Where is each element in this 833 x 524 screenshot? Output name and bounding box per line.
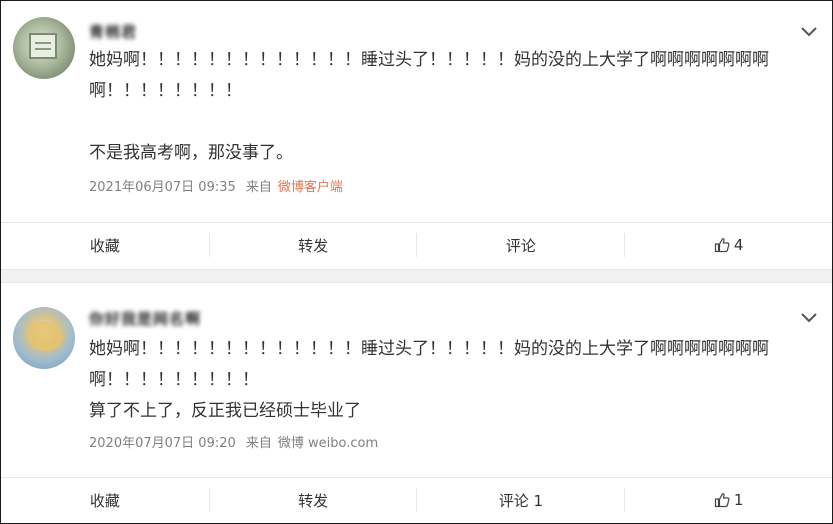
user-name[interactable]: 你好我是网名啊 [89,308,201,328]
like-button[interactable]: 4 [624,233,832,257]
repost-button[interactable]: 转发 [208,488,417,512]
favorite-button[interactable]: 收藏 [1,488,209,512]
from-label: 来自 [245,436,272,451]
avatar[interactable] [13,17,75,79]
post-card: 青梢君 她妈啊！！！！！！！！！！！！！睡过头了！！！！！妈的没的上大学了啊啊啊… [1,1,832,269]
separator [1,269,832,283]
repost-label: 转发 [298,236,329,255]
repost-button[interactable]: 转发 [208,233,417,257]
comment-label: 评论 [505,236,536,255]
post-source[interactable]: 微博 weibo.com [278,436,378,451]
post-text: 她妈啊！！！！！！！！！！！！！睡过头了！！！！！妈的没的上大学了啊啊啊啊啊啊啊… [89,339,769,421]
weibo-comment-feed: 青梢君 她妈啊！！！！！！！！！！！！！睡过头了！！！！！妈的没的上大学了啊啊啊… [0,0,833,524]
post-text: 她妈啊！！！！！！！！！！！！！睡过头了！！！！！妈的没的上大学了啊啊啊啊啊啊啊… [89,50,769,163]
favorite-label: 收藏 [89,236,120,255]
chevron-down-icon[interactable] [800,311,818,325]
from-label: 来自 [245,180,272,195]
like-count: 1 [733,491,744,509]
thumbs-up-icon [714,238,730,253]
favorite-label: 收藏 [89,491,120,510]
comment-button[interactable]: 评论 [416,233,624,257]
like-count: 4 [733,236,744,254]
action-bar: 收藏 转发 评论 4 [1,222,832,267]
action-bar: 收藏 转发 评论 1 1 [1,477,832,522]
avatar[interactable] [13,307,75,369]
post-time[interactable]: 2021年06月07日 09:35 [89,180,236,195]
comment-label: 评论 1 [498,491,544,510]
post-time[interactable]: 2020年07月07日 09:20 [89,436,236,451]
post-meta: 2020年07月07日 09:20 来自 微博 weibo.com [89,432,384,451]
chevron-down-icon[interactable] [800,25,818,39]
like-button[interactable]: 1 [624,488,832,512]
post-meta: 2021年06月07日 09:35 来自 微博客户端 [89,176,349,195]
repost-label: 转发 [298,491,329,510]
user-name[interactable]: 青梢君 [89,21,137,41]
favorite-button[interactable]: 收藏 [1,233,209,257]
thumbs-up-icon [714,493,730,508]
post-source[interactable]: 微博客户端 [278,180,343,195]
comment-button[interactable]: 评论 1 [416,488,624,512]
